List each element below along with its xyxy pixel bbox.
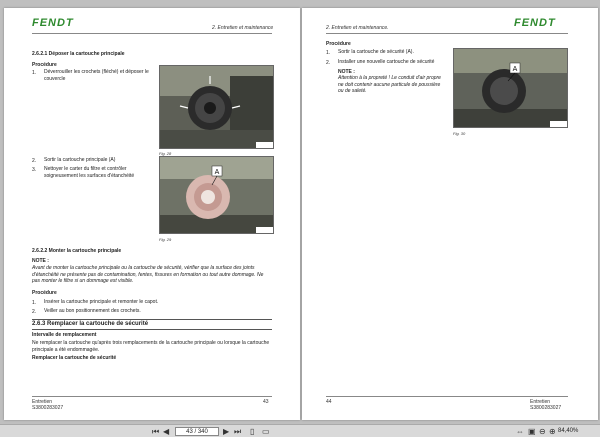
header-divider xyxy=(32,33,272,34)
viewer-toolbar: ⏮ ◀ 43 / 340 ▶ ⏭ ▯ ▭ ⇔ ▣ ⊖ ⊕ 84,40% xyxy=(0,424,600,437)
left-page: FENDT 2. Entretien et maintenance 2.6.2.… xyxy=(4,8,300,420)
section-title: 2.6.3 Remplacer la cartouche de sécurité xyxy=(32,321,149,327)
footer-code: S3800283027 xyxy=(32,405,64,411)
zoom-out-icon[interactable]: ⊖ xyxy=(539,427,546,436)
photo-fig28-image xyxy=(160,66,273,148)
step-text: Nettoyer le carter du filtre et contrôle… xyxy=(44,166,135,179)
footer-divider xyxy=(326,396,568,397)
page-indicator-input[interactable]: 43 / 340 xyxy=(175,427,219,436)
fendt-logo: FENDT xyxy=(514,17,556,29)
last-page-icon[interactable]: ⏭ xyxy=(234,427,241,436)
procedure-heading: Procédure xyxy=(326,41,351,47)
section-divider xyxy=(32,319,272,320)
note-label: NOTE : xyxy=(32,258,49,264)
step-number: 1. xyxy=(32,300,37,306)
fendt-logo: FENDT xyxy=(32,17,74,29)
fit-width-icon[interactable]: ⇔ xyxy=(516,427,524,436)
step-text: Déverrouiller les crochets (fléché) et d… xyxy=(44,69,149,82)
previous-page-icon[interactable]: ◀ xyxy=(163,427,169,436)
page-number: 43 xyxy=(263,399,269,405)
section-title: 2.6.2.1 Déposer la cartouche principale xyxy=(32,51,125,57)
interval-text: Ne remplacer la cartouche qu'après trois… xyxy=(32,340,270,353)
two-page-view-icon[interactable]: ▭ xyxy=(262,427,270,436)
photo-main-cartridge: A xyxy=(159,156,274,234)
footer-code: S3800283027 xyxy=(530,405,562,411)
step-text: Insérer la cartouche principale et remon… xyxy=(44,299,159,305)
procedure-heading: Procédure xyxy=(32,290,57,296)
page-number: 44 xyxy=(326,399,332,405)
procedure-heading: Procédure xyxy=(32,62,57,68)
page-header: 2. Entretien et maintenance xyxy=(212,25,274,31)
page-header: 2. Entretien et maintenance. xyxy=(326,25,389,31)
photo-label-a: A xyxy=(513,66,518,73)
subsection-title: Remplacer la cartouche de sécurité xyxy=(32,355,117,361)
photo-fig30-image: A xyxy=(454,49,567,127)
first-page-icon[interactable]: ⏮ xyxy=(152,427,159,436)
photo-safety-cartridge: A xyxy=(453,48,568,128)
photo-air-filter-housing xyxy=(159,65,274,149)
fit-page-icon[interactable]: ▣ xyxy=(528,427,536,436)
note-text: Avant de monter la cartouche principale … xyxy=(32,265,264,284)
step-number: 1. xyxy=(326,50,331,56)
zoom-level[interactable]: 84,40% xyxy=(558,427,578,436)
step-number: 2. xyxy=(32,309,37,315)
photo-label-a: A xyxy=(215,169,220,176)
right-page: FENDT 2. Entretien et maintenance. Procé… xyxy=(302,8,598,420)
zoom-in-icon[interactable]: ⊕ xyxy=(549,427,556,436)
note-text: Attention à la propreté ! Le conduit d'a… xyxy=(338,75,441,94)
step-text: Installer une nouvelle cartouche de sécu… xyxy=(338,59,435,65)
step-text: Sortir la cartouche de sécurité (A). xyxy=(338,49,414,55)
section-title: 2.6.2.2 Monter la cartouche principale xyxy=(32,248,122,254)
step-text: Sortir la cartouche principale (A) xyxy=(44,157,116,163)
single-page-view-icon[interactable]: ▯ xyxy=(250,427,254,436)
subsection-title: Intervalle de remplacement xyxy=(32,332,97,338)
next-page-icon[interactable]: ▶ xyxy=(223,427,229,436)
header-divider xyxy=(326,33,568,34)
step-number: 2. xyxy=(32,158,37,164)
step-number: 1. xyxy=(32,70,37,76)
photo-fig29-image: A xyxy=(160,157,273,233)
step-text: Veiller au bon positionnement des croche… xyxy=(44,308,141,314)
footer-divider xyxy=(32,396,272,397)
figure-caption: Fig. 29 xyxy=(159,237,172,242)
step-number: 3. xyxy=(32,167,37,173)
section-divider xyxy=(32,329,272,330)
step-number: 2. xyxy=(326,60,331,66)
figure-caption: Fig. 30 xyxy=(453,131,466,136)
